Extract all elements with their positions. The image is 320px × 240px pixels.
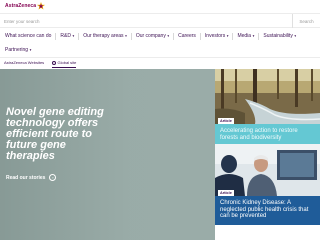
nav-item-what-science-can-do[interactable]: What science can do <box>5 33 51 39</box>
article-card-panel: Article Chronic Kidney Disease: A neglec… <box>215 190 320 225</box>
article-title: Accelerating action to restore forests a… <box>220 128 298 141</box>
nav-item-label: What science can do <box>5 33 52 39</box>
nav-item-sustainability[interactable]: Sustainability ▾ <box>263 33 296 39</box>
article-badge: Article <box>218 190 234 196</box>
main-nav-row-1: What science can do R&D ▾ Our therapy ar… <box>5 30 317 42</box>
nav-divider <box>232 32 234 40</box>
nav-item-label: Sustainability <box>263 33 293 39</box>
chevron-down-icon: ▾ <box>125 34 127 38</box>
arrow-right-icon: › <box>49 174 57 181</box>
globe-icon <box>52 60 56 65</box>
websites-label: AstraZeneca Websites <box>4 60 45 65</box>
article-card-panel: Article Accelerating action to restore f… <box>215 118 320 144</box>
global-site-label: Global site <box>57 60 77 65</box>
search-button[interactable]: Search <box>292 14 320 28</box>
nav-item-label: Our therapy areas <box>83 33 124 39</box>
search-bar: Search <box>0 13 320 28</box>
forest-stream-image <box>215 69 320 124</box>
content-divider <box>215 225 320 240</box>
article-card-kidney-disease[interactable]: Article Chronic Kidney Disease: A neglec… <box>215 144 320 225</box>
chevron-down-icon: ▾ <box>294 34 297 38</box>
chevron-down-icon: ▾ <box>29 48 32 52</box>
nav-item-investors[interactable]: Investors ▾ <box>205 33 229 39</box>
chevron-down-icon: ▾ <box>252 34 255 38</box>
nav-item-careers[interactable]: Careers <box>178 33 196 39</box>
logo-link[interactable]: AstraZeneca <box>5 2 46 10</box>
logo-text: AstraZeneca <box>5 3 37 9</box>
article-title: Chronic Kidney Disease: A neglected publ… <box>220 200 309 219</box>
nav-divider <box>199 32 201 40</box>
site-switcher-bar: AstraZeneca Websites Global site <box>0 57 320 69</box>
nav-item-rd[interactable]: R&D ▾ <box>60 33 74 39</box>
article-card-forests[interactable]: Article Accelerating action to restore f… <box>215 69 320 144</box>
nav-divider <box>130 32 132 40</box>
header-logo-bar: AstraZeneca <box>0 0 320 12</box>
nav-item-label: Partnering <box>5 47 29 53</box>
nav-item-our-company[interactable]: Our company ▾ <box>136 33 169 39</box>
main-nav-row-2: Partnering ▾ <box>5 44 317 56</box>
nav-item-partnering[interactable]: Partnering ▾ <box>5 47 31 53</box>
hero-title: Novel gene editing technology offers eff… <box>6 106 104 162</box>
nav-divider <box>173 32 175 40</box>
read-our-stories-link[interactable]: Read our stories › <box>6 174 57 181</box>
chevron-down-icon: ▾ <box>167 34 170 38</box>
nav-item-media[interactable]: Media ▾ <box>237 33 254 39</box>
nav-divider <box>55 32 57 40</box>
search-input[interactable] <box>4 16 290 26</box>
global-site-link[interactable]: Global site <box>52 60 77 68</box>
nav-item-label: Our company <box>135 33 166 39</box>
nav-divider <box>258 32 260 40</box>
nav-item-label: Careers <box>178 33 196 39</box>
astrazeneca-websites-link[interactable]: AstraZeneca Websites <box>4 60 44 65</box>
hero-cta-label: Read our stories <box>6 174 46 181</box>
nav-item-label: Media <box>237 33 252 39</box>
nav-divider <box>78 32 80 40</box>
nav-item-label: R&D <box>60 33 71 39</box>
doctor-patient-image <box>215 144 320 196</box>
nav-item-label: Investors <box>204 33 226 39</box>
main-nav: What science can do R&D ▾ Our therapy ar… <box>5 30 317 56</box>
logo-star-icon <box>37 2 46 10</box>
article-badge: Article <box>218 118 234 124</box>
chevron-down-icon: ▾ <box>72 34 75 38</box>
chevron-down-icon: ▾ <box>226 34 229 38</box>
hero-banner[interactable]: Novel gene editing technology offers eff… <box>0 69 215 240</box>
nav-item-our-therapy-areas[interactable]: Our therapy areas ▾ <box>83 33 127 39</box>
